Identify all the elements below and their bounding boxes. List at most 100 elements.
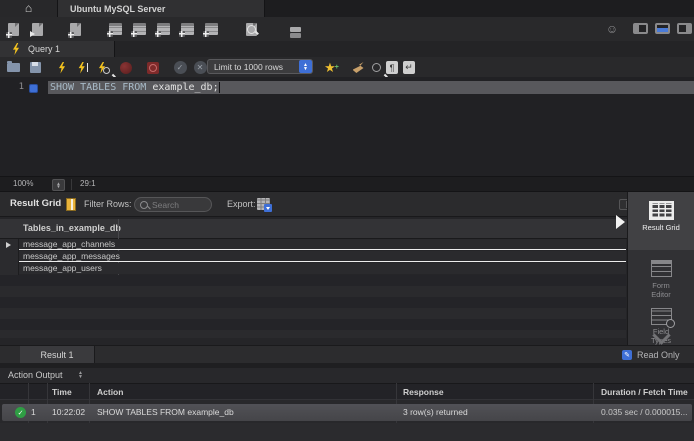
action-output-panel: Action Output ▲▼ Time Action Response Du… — [0, 368, 694, 441]
inspector-icon — [70, 23, 81, 36]
sql-keywords: SHOW TABLES FROM — [50, 81, 152, 94]
form-editor-item-label: Form Editor — [642, 282, 680, 299]
caret-position-value: 29:1 — [80, 177, 96, 191]
filter-search-box[interactable] — [134, 197, 212, 212]
column-header-label: Tables_in_example_db — [23, 219, 121, 238]
toggle-invisibles-button[interactable]: ¶ — [384, 60, 400, 75]
commit-check-icon: ✓ — [174, 61, 187, 74]
create-procedure-icon — [181, 23, 194, 35]
toggle-stop-on-error-button[interactable] — [145, 60, 161, 75]
zoom-level-value: 100% — [13, 177, 33, 191]
folder-icon — [7, 63, 20, 72]
mysql-workbench-window: ⌂ Ubuntu MySQL Server — [0, 0, 694, 441]
execute-current-button[interactable] — [75, 60, 91, 75]
column-time[interactable]: Time — [52, 384, 72, 400]
new-query-tab-button[interactable] — [4, 21, 22, 37]
left-panel-fill — [635, 25, 639, 32]
result-tab-bar: Result 1 ✎ Read Only — [0, 345, 694, 363]
sql-editor-toolbar: ✓ ✕ Limit to 1000 rows ▲▼ ★+ ¶ ↵ — [0, 57, 694, 77]
grid-row-3[interactable]: message_app_users — [19, 263, 626, 274]
row-action: SHOW TABLES FROM example_db — [97, 404, 234, 421]
stop-query-button[interactable] — [118, 60, 134, 75]
create-function-button[interactable] — [202, 21, 220, 37]
create-view-button[interactable] — [154, 21, 172, 37]
zoom-stepper[interactable]: ▲▼ — [52, 179, 65, 191]
action-output-row[interactable]: ✓ 1 10:22:02 SHOW TABLES FROM example_db… — [2, 404, 692, 421]
tab-query-1[interactable]: Query 1 — [0, 41, 115, 57]
broom-icon — [353, 62, 364, 73]
window-tab-bar: ⌂ Ubuntu MySQL Server — [0, 0, 694, 18]
toggle-output-panel-button[interactable] — [655, 23, 670, 34]
save-script-button[interactable] — [27, 60, 43, 75]
result-grid: Tables_in_example_db message_app_channel… — [0, 217, 628, 345]
search-data-button[interactable] — [242, 21, 260, 37]
tab-result-1[interactable]: Result 1 — [20, 346, 95, 363]
open-script-button[interactable] — [5, 60, 21, 75]
find-panel-button[interactable] — [368, 60, 384, 75]
server-icon — [290, 27, 301, 32]
filter-search-input[interactable] — [152, 200, 208, 210]
toggle-word-wrap-button[interactable]: ↵ — [401, 60, 417, 75]
column-response[interactable]: Response — [403, 384, 444, 400]
result-grid-icon — [649, 201, 674, 220]
read-only-icon: ✎ — [622, 350, 632, 360]
dropdown-stepper-icon: ▲▼ — [299, 60, 312, 73]
execute-current-bolt-icon — [78, 62, 86, 74]
line-number: 1 — [0, 81, 24, 94]
create-function-icon — [205, 23, 218, 35]
star-snippet-icon: ★+ — [324, 61, 336, 75]
grid-columns-icon — [66, 198, 76, 211]
export-recordset-icon[interactable] — [257, 198, 270, 210]
toggle-left-sidebar-button[interactable] — [633, 23, 648, 34]
reconnect-dbms-button[interactable] — [286, 21, 304, 37]
column-action[interactable]: Action — [97, 384, 123, 400]
rollback-x-icon: ✕ — [194, 61, 207, 74]
wrap-text-icon: ↵ — [403, 61, 415, 74]
row-duration: 0.035 sec / 0.000015... — [601, 404, 687, 421]
create-table-button[interactable] — [130, 21, 148, 37]
home-tab[interactable]: ⌂ — [0, 0, 58, 17]
toggle-right-sidebar-button[interactable] — [677, 23, 692, 34]
sql-statement-line[interactable]: SHOW TABLES FROM example_db; — [50, 81, 220, 94]
find-magnifier-icon — [372, 63, 381, 72]
inspector-button[interactable] — [66, 21, 84, 37]
search-icon — [140, 201, 148, 209]
user-smiley-icon: ☺ — [606, 22, 618, 36]
beautify-query-button[interactable] — [350, 60, 366, 75]
open-sql-file-button[interactable] — [28, 21, 46, 37]
rollback-button[interactable]: ✕ — [192, 60, 208, 75]
row-response: 3 row(s) returned — [403, 404, 468, 421]
form-editor-icon — [651, 260, 672, 277]
grid-column-header[interactable]: Tables_in_example_db — [0, 219, 628, 239]
query-tab-label: Query 1 — [28, 44, 60, 54]
grid-row-1[interactable]: message_app_channels — [19, 239, 626, 250]
connection-tab[interactable]: Ubuntu MySQL Server — [58, 0, 265, 17]
text-caret — [219, 82, 221, 93]
action-output-header-row: Time Action Response Duration / Fetch Ti… — [0, 383, 694, 400]
result-view-sidebar: Result Grid Form Editor Field Types — [627, 192, 694, 348]
sql-editor[interactable]: 1 SHOW TABLES FROM example_db; — [0, 77, 694, 176]
explain-magnifier-icon — [103, 67, 110, 74]
column-duration[interactable]: Duration / Fetch Time — [601, 384, 688, 400]
success-check-icon: ✓ — [15, 407, 26, 418]
commit-button[interactable]: ✓ — [172, 60, 188, 75]
sidebar-item-result-grid[interactable]: Result Grid — [628, 192, 694, 250]
explain-plan-button[interactable] — [96, 60, 112, 75]
output-selector-stepper[interactable]: ▲▼ — [78, 371, 83, 379]
user-account-button[interactable]: ☺ — [603, 21, 621, 37]
editor-status-bar: 100% ▲▼ 29:1 — [0, 176, 694, 192]
create-procedure-button[interactable] — [178, 21, 196, 37]
execute-statement-button[interactable] — [54, 60, 70, 75]
create-schema-button[interactable] — [106, 21, 124, 37]
save-snippet-button[interactable]: ★+ — [322, 60, 338, 75]
result-grid-toolbar: Result Grid Filter Rows: Export: — [0, 192, 694, 217]
right-panel-fill — [686, 25, 690, 32]
sidebar-expand-arrow-icon[interactable] — [616, 215, 625, 229]
filter-rows-label: Filter Rows: — [84, 192, 132, 216]
query-bolt-icon — [12, 43, 20, 55]
grid-row-2[interactable]: message_app_messages — [19, 251, 626, 262]
row-limit-dropdown[interactable]: Limit to 1000 rows ▲▼ — [207, 59, 313, 74]
result-grid-item-label: Result Grid — [642, 224, 680, 233]
sidebar-item-form-editor[interactable]: Form Editor — [628, 250, 694, 304]
row-time: 10:22:02 — [52, 404, 85, 421]
